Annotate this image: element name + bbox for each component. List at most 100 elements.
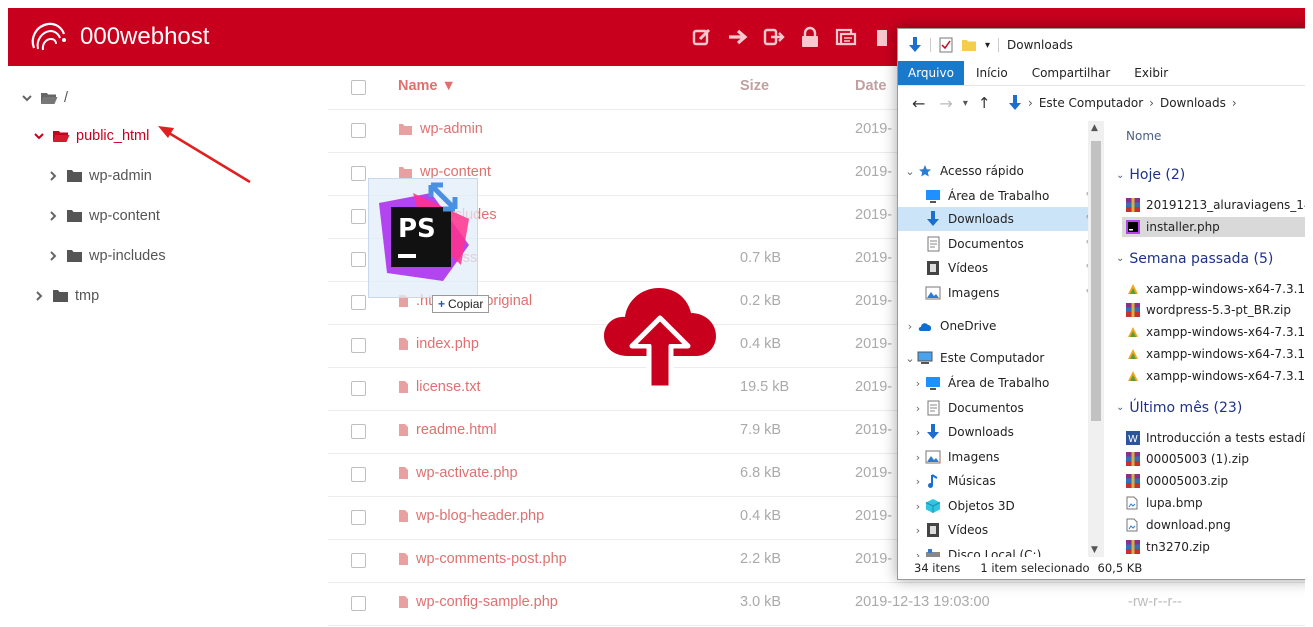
chevron-down-icon[interactable] — [32, 132, 46, 140]
chevron-right-icon[interactable]: › — [912, 451, 924, 464]
file-name[interactable]: wp-comments-post.php — [398, 551, 567, 567]
nav-item-v-deos[interactable]: › Vídeos — [898, 518, 1102, 542]
nav-item-downloads[interactable]: Downloads✎ — [898, 207, 1102, 231]
address-bar[interactable]: › Este Computador › Downloads › — [1008, 91, 1305, 115]
nav-item-imagens[interactable]: Imagens✎ — [898, 281, 1102, 305]
chevron-down-icon[interactable]: ⌄ — [1116, 170, 1124, 181]
chevron-right-icon[interactable] — [46, 211, 60, 221]
column-date[interactable]: Date — [855, 78, 886, 94]
nav-item-onedrive[interactable]: › OneDrive — [898, 314, 1094, 338]
nav-item-m-sicas[interactable]: › Músicas — [898, 469, 1102, 493]
tree-root[interactable]: / — [20, 86, 68, 110]
recent-dropdown-icon[interactable]: ▾ — [963, 98, 968, 109]
file-list-item[interactable]: xampp-windows-x64-7.3.11-0- — [1126, 279, 1305, 299]
nav-item-acesso-r-pido[interactable]: ⌄ Acesso rápido — [898, 159, 1094, 183]
up-arrow-icon[interactable]: ↑ — [978, 94, 991, 112]
chevron-right-icon[interactable]: › — [912, 426, 924, 439]
nav-item-objetos-3d[interactable]: › Objetos 3D — [898, 494, 1102, 518]
nav-item-documentos[interactable]: › Documentos — [898, 396, 1102, 420]
tree-item-wp-content[interactable]: wp-content — [46, 204, 160, 228]
file-list-item[interactable]: 00005003.zip — [1126, 471, 1305, 491]
logo[interactable]: 000webhost — [26, 18, 209, 56]
file-group-header[interactable]: ⌄ Hoje (2) — [1116, 167, 1185, 183]
file-list-item[interactable]: xampp-windows-x64-7.3.11-0- — [1126, 366, 1305, 386]
tab-exibir[interactable]: Exibir — [1122, 61, 1180, 85]
chevron-right-icon[interactable]: › — [912, 402, 924, 415]
chevron-right-icon[interactable]: › — [912, 500, 924, 513]
scroll-thumb[interactable] — [1091, 141, 1101, 421]
scroll-down-icon[interactable]: ▼ — [1091, 545, 1098, 555]
archive-icon[interactable] — [834, 22, 858, 52]
table-row[interactable]: wp-config-sample.php 3.0 kB 2019-12-13 19:… — [328, 582, 1305, 626]
file-name[interactable]: wp-config-sample.php — [398, 594, 558, 610]
file-list-item[interactable]: lupa.bmp — [1126, 493, 1305, 513]
rename-icon[interactable] — [762, 22, 786, 52]
column-size[interactable]: Size — [740, 78, 769, 94]
file-name[interactable]: wp-blog-header.php — [398, 508, 544, 524]
tab-inicio[interactable]: Início — [964, 61, 1020, 85]
file-group-header[interactable]: ⌄ Semana passada (5) — [1116, 251, 1273, 267]
nav-item-downloads[interactable]: › Downloads — [898, 420, 1102, 444]
back-arrow-icon[interactable]: ← — [912, 94, 925, 113]
file-list-item[interactable]: xampp-windows-x64-7.3.11-0- — [1126, 344, 1305, 364]
tree-item-wp-includes[interactable]: wp-includes — [46, 244, 166, 268]
new-folder-icon[interactable] — [961, 38, 977, 52]
chevron-down-icon[interactable]: ⌄ — [904, 165, 916, 178]
row-checkbox[interactable] — [351, 123, 366, 138]
chevron-down-icon[interactable]: ⌄ — [904, 352, 916, 365]
properties-icon[interactable] — [939, 37, 953, 53]
chevron-right-icon[interactable]: › — [912, 475, 924, 488]
breadcrumb-computer[interactable]: Este Computador — [1039, 96, 1143, 110]
row-checkbox[interactable] — [351, 510, 366, 525]
nav-item-documentos[interactable]: Documentos✎ — [898, 232, 1102, 256]
file-group-header[interactable]: ⌄ Último mês (23) — [1116, 400, 1242, 416]
nav-item-v-deos[interactable]: Vídeos✎ — [898, 256, 1102, 280]
chevron-right-icon[interactable] — [46, 251, 60, 261]
edit-icon[interactable] — [690, 22, 714, 52]
file-name[interactable]: wp-activate.php — [398, 465, 518, 481]
lock-icon[interactable] — [798, 22, 822, 52]
chevron-down-icon[interactable]: ⌄ — [1116, 402, 1124, 413]
nav-item-rea-de-trabalho[interactable]: Área de Trabalho✎ — [898, 184, 1102, 208]
chevron-right-icon[interactable] — [46, 171, 60, 181]
column-header-nome[interactable]: Nome — [1126, 129, 1161, 143]
nav-scrollbar[interactable]: ▲ ▼ — [1088, 121, 1104, 557]
forward-arrow-icon[interactable]: → — [939, 94, 952, 113]
chevron-right-icon[interactable] — [32, 291, 46, 301]
chevron-down-icon[interactable] — [20, 94, 34, 102]
file-name[interactable]: index.php — [398, 336, 479, 352]
file-list-item[interactable]: tn3270.zip — [1126, 537, 1305, 557]
row-checkbox[interactable] — [351, 295, 366, 310]
delete-icon[interactable] — [870, 22, 894, 52]
file-list-item[interactable]: xampp-windows-x64-7.3.11-0- — [1126, 322, 1305, 342]
nav-item-rea-de-trabalho[interactable]: › Área de Trabalho — [898, 371, 1102, 395]
file-list-item[interactable]: installer.php — [1122, 216, 1305, 237]
tree-item-tmp[interactable]: tmp — [32, 284, 99, 308]
file-name[interactable]: readme.html — [398, 422, 497, 438]
row-checkbox[interactable] — [351, 596, 366, 611]
file-name[interactable]: license.txt — [398, 379, 480, 395]
nav-item-imagens[interactable]: › Imagens — [898, 445, 1102, 469]
row-checkbox[interactable] — [351, 252, 366, 267]
file-list-item[interactable]: 20191213_aluraviagens_146938 — [1126, 195, 1305, 215]
scroll-up-icon[interactable]: ▲ — [1091, 123, 1098, 133]
select-all-checkbox[interactable] — [351, 80, 366, 95]
breadcrumb-downloads[interactable]: Downloads — [1160, 96, 1226, 110]
row-checkbox[interactable] — [351, 209, 366, 224]
move-icon[interactable] — [726, 22, 750, 52]
tree-item-public-html[interactable]: public_html — [32, 124, 149, 148]
row-checkbox[interactable] — [351, 553, 366, 568]
file-list-item[interactable]: W Introducción a tests estadístico — [1126, 428, 1305, 448]
tab-arquivo[interactable]: Arquivo — [898, 61, 964, 85]
chevron-down-icon[interactable]: ⌄ — [1116, 253, 1124, 264]
row-checkbox[interactable] — [351, 166, 366, 181]
nav-item-este-computador[interactable]: ⌄ Este Computador — [898, 346, 1094, 370]
file-list-item[interactable]: wordpress-5.3-pt_BR.zip — [1126, 300, 1305, 320]
row-checkbox[interactable] — [351, 338, 366, 353]
row-checkbox[interactable] — [351, 381, 366, 396]
file-name[interactable]: wp-admin — [398, 121, 483, 137]
chevron-right-icon[interactable]: › — [912, 377, 924, 390]
column-name[interactable]: Name ▼ — [398, 78, 456, 94]
chevron-right-icon[interactable]: › — [912, 524, 924, 537]
tree-item-wp-admin[interactable]: wp-admin — [46, 164, 152, 188]
